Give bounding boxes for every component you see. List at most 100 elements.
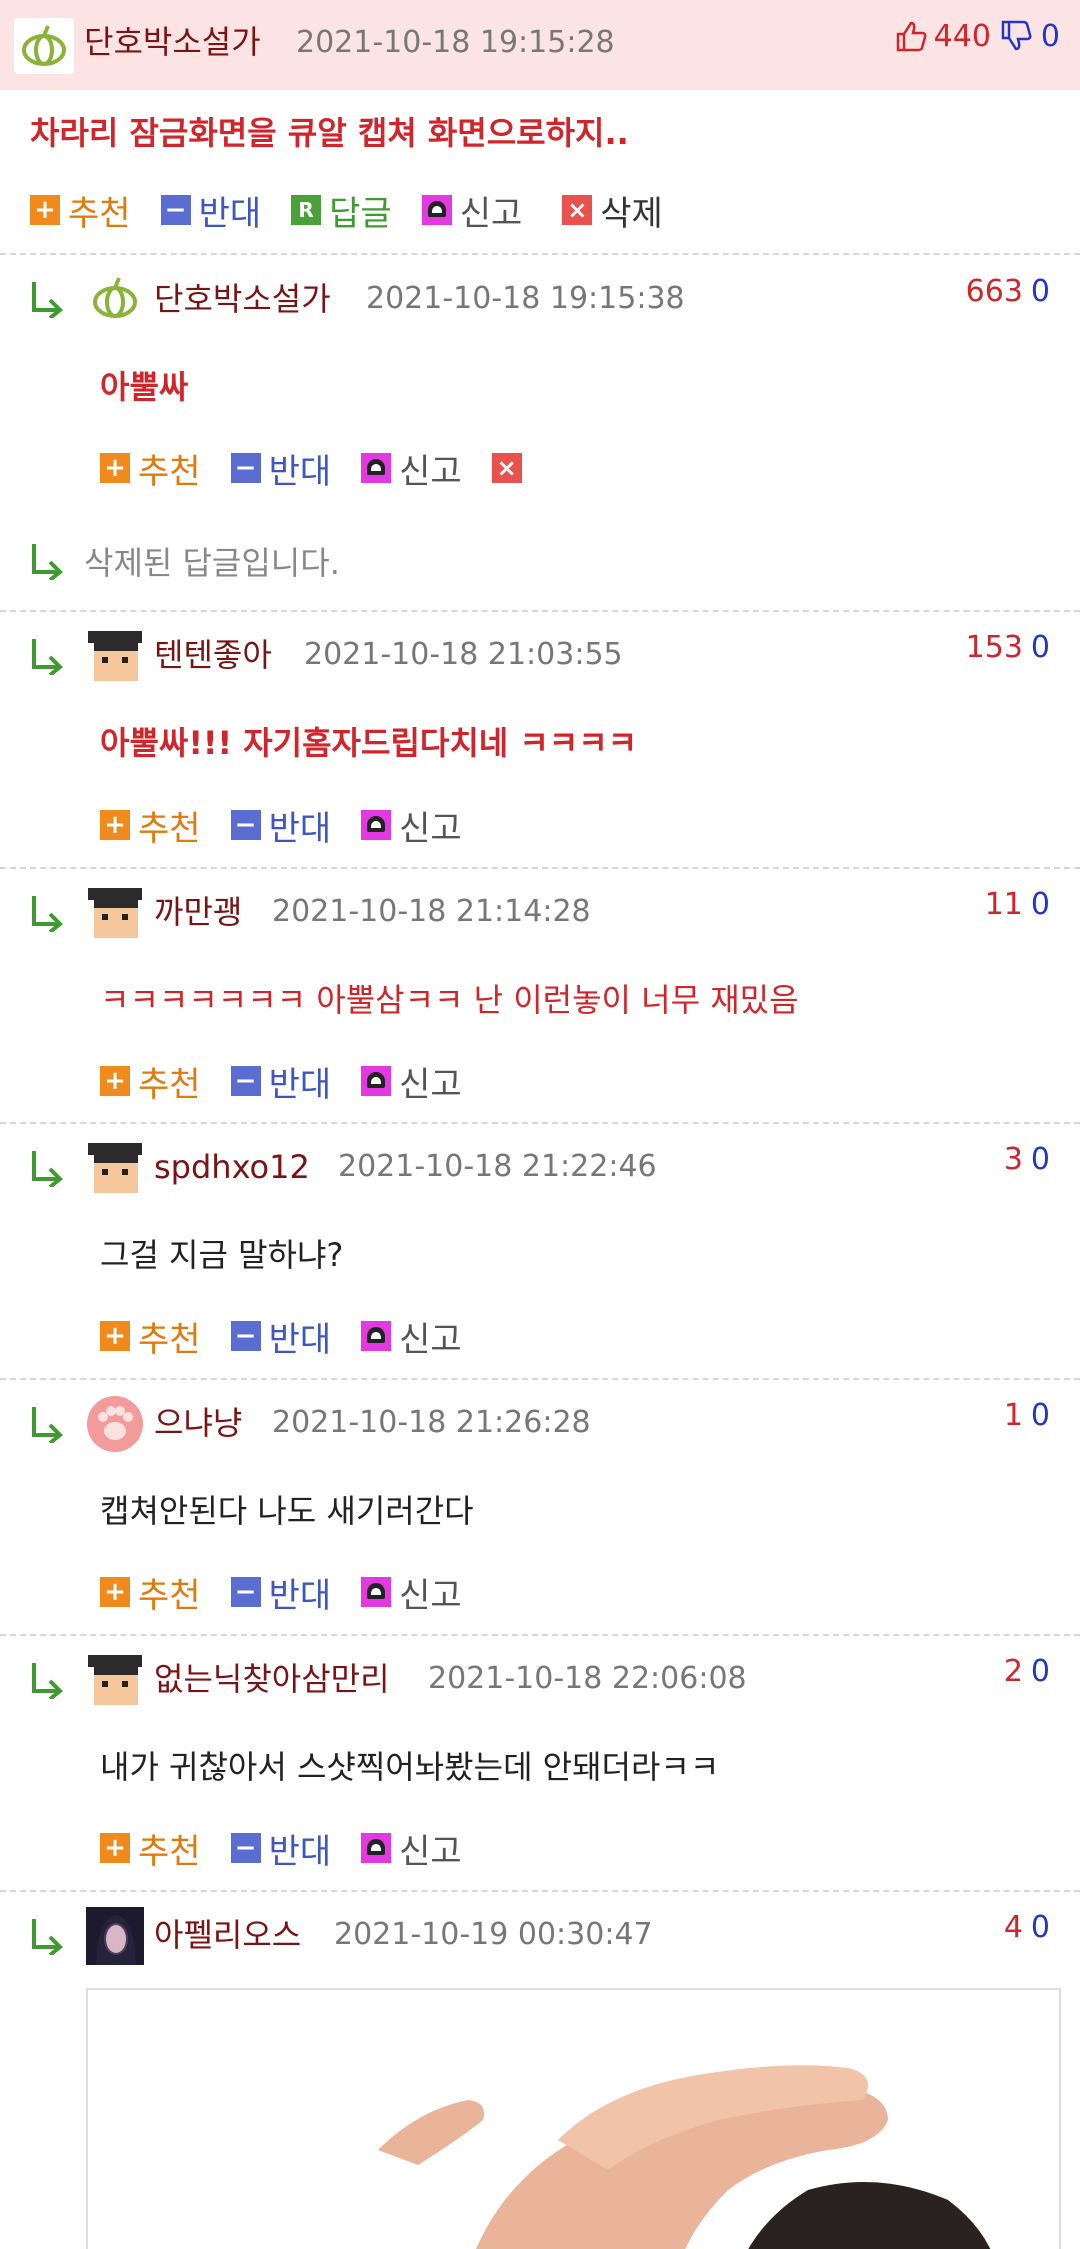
comment-date: 2021-10-18 21:22:46 <box>338 1149 657 1184</box>
comment-date: 2021-10-18 21:03:55 <box>304 637 623 672</box>
oppose-button[interactable]: − 반대 <box>230 1824 331 1873</box>
delete-icon: × <box>491 453 522 483</box>
reply-icon: R <box>291 195 322 225</box>
minus-icon: − <box>230 1577 261 1607</box>
comment-text: 아뿔싸 <box>100 368 189 406</box>
report-button[interactable]: 신고 <box>361 1824 462 1873</box>
recommend-button[interactable]: + 추천 <box>100 1312 201 1361</box>
oppose-button[interactable]: − 반대 <box>230 801 331 850</box>
reply-arrow-icon <box>32 1663 63 1699</box>
comment-author-name[interactable]: 으냐냥 <box>154 1400 242 1446</box>
recommend-button[interactable]: + 추천 <box>100 444 201 493</box>
comment-author-name[interactable]: spdhxo12 <box>154 1144 310 1190</box>
comment-author-name[interactable]: 없는닉찾아삼만리 <box>154 1656 390 1702</box>
oppose-label: 반대 <box>268 1064 332 1105</box>
recommend-button[interactable]: + 추천 <box>30 186 131 235</box>
siren-icon <box>361 1577 392 1607</box>
recommend-button[interactable]: + 추천 <box>100 1057 201 1106</box>
recommend-label: 추천 <box>68 193 131 234</box>
author-avatar-pixel-character[interactable] <box>86 1651 144 1709</box>
comment-down-count: 0 <box>1030 1654 1050 1689</box>
recommend-button[interactable]: + 추천 <box>100 801 201 850</box>
comment-actions: + 추천 − 반대 신고 <box>100 1057 492 1106</box>
thumbs-down-icon <box>1001 20 1032 51</box>
comment-down-count: 0 <box>1030 1910 1050 1945</box>
recommend-label: 추천 <box>138 1319 201 1360</box>
report-button[interactable]: 신고 <box>361 444 462 493</box>
author-avatar-pixel-character[interactable] <box>86 884 144 942</box>
minus-icon: − <box>230 1066 261 1096</box>
report-button[interactable]: 신고 <box>361 1568 462 1617</box>
report-label: 신고 <box>399 451 462 492</box>
plus-icon: + <box>100 1577 130 1607</box>
comment-down-count: 0 <box>1030 1142 1050 1177</box>
comment-votes: 11 0 <box>985 885 1050 925</box>
report-button[interactable]: 신고 <box>361 1057 462 1106</box>
comment-actions: + 추천 − 반대 신고 <box>100 1312 492 1361</box>
divider <box>0 1634 1080 1636</box>
comment-votes: 40 <box>1004 1908 1050 1948</box>
reply-arrow-icon <box>32 1407 63 1443</box>
report-button[interactable]: 신고 <box>361 801 462 850</box>
comment-up-count: 4 <box>1003 1910 1023 1945</box>
author-avatar-onion[interactable] <box>86 270 144 328</box>
comment-votes: 30 <box>1004 1140 1050 1180</box>
comment-author-name[interactable]: 단호박소설가 <box>154 276 331 322</box>
plus-icon: + <box>100 810 130 840</box>
comment-down-count: 0 <box>1030 1398 1050 1433</box>
comment-author-name[interactable]: 아펠리오스 <box>154 1912 301 1958</box>
oppose-label: 반대 <box>268 1575 332 1616</box>
reply-button[interactable]: R 답글 <box>291 186 392 235</box>
author-avatar-pixel-character[interactable] <box>86 627 144 685</box>
minus-icon: − <box>230 1321 261 1351</box>
recommend-label: 추천 <box>138 451 201 492</box>
author-avatar-paw[interactable] <box>86 1395 144 1453</box>
comment-date: 2021-10-18 21:14:28 <box>272 894 591 929</box>
author-avatar-onion[interactable] <box>14 18 74 74</box>
comment-actions: + 추천 − 반대 신고 × <box>100 444 560 493</box>
report-button[interactable]: 신고 <box>361 1312 462 1361</box>
recommend-label: 추천 <box>138 1064 201 1105</box>
delete-icon: × <box>562 195 593 225</box>
comment-image[interactable] <box>86 1988 1061 2249</box>
divider <box>0 1122 1080 1124</box>
comment-text: 캡쳐안된다 나도 새기러간다 <box>100 1492 474 1530</box>
siren-icon <box>361 1833 392 1863</box>
comment-up-count: 663 <box>965 274 1023 309</box>
comment-actions: + 추천 − 반대 신고 <box>100 801 492 850</box>
report-label: 신고 <box>399 1831 462 1872</box>
oppose-button[interactable]: − 반대 <box>230 444 331 493</box>
reply-arrow-icon <box>32 896 63 932</box>
author-avatar-portrait[interactable] <box>86 1907 144 1965</box>
author-avatar-pixel-character[interactable] <box>86 1139 144 1197</box>
divider <box>0 867 1080 869</box>
plus-icon: + <box>30 195 60 225</box>
comment-author-name[interactable]: 까만괭 <box>154 889 242 935</box>
post-down-count: 0 <box>1040 18 1060 54</box>
reply-arrow-icon <box>32 282 63 318</box>
divider <box>0 610 1080 612</box>
siren-icon <box>361 810 392 840</box>
oppose-button[interactable]: − 반대 <box>230 1057 332 1106</box>
report-label: 신고 <box>459 193 523 234</box>
delete-button[interactable]: × <box>491 453 530 483</box>
post-actions: + 추천 − 반대 R 답글 신고 × 삭제 <box>30 186 693 235</box>
delete-label: 삭제 <box>600 193 663 234</box>
comment-down-count: 0 <box>1030 274 1050 309</box>
recommend-button[interactable]: + 추천 <box>100 1824 201 1873</box>
comment-author-name[interactable]: 텐텐좋아 <box>154 632 272 678</box>
comment-down-count: 0 <box>1030 630 1050 665</box>
post-author-name[interactable]: 단호박소설가 <box>84 18 261 66</box>
recommend-button[interactable]: + 추천 <box>100 1568 201 1617</box>
divider <box>0 1890 1080 1892</box>
plus-icon: + <box>100 1833 130 1863</box>
comment-text: 내가 귀찮아서 스샷찍어놔봤는데 안돼더라ㅋㅋ <box>100 1748 720 1786</box>
delete-button[interactable]: × 삭제 <box>562 186 663 235</box>
oppose-button[interactable]: − 반대 <box>160 186 261 235</box>
comment-text: 아뿔싸!!! 자기홈자드립다치네 ㅋㅋㅋㅋ <box>100 724 638 762</box>
recommend-label: 추천 <box>138 808 201 849</box>
oppose-button[interactable]: − 반대 <box>230 1312 331 1361</box>
report-button[interactable]: 신고 <box>421 186 523 235</box>
oppose-button[interactable]: − 반대 <box>230 1568 332 1617</box>
report-label: 신고 <box>399 808 462 849</box>
